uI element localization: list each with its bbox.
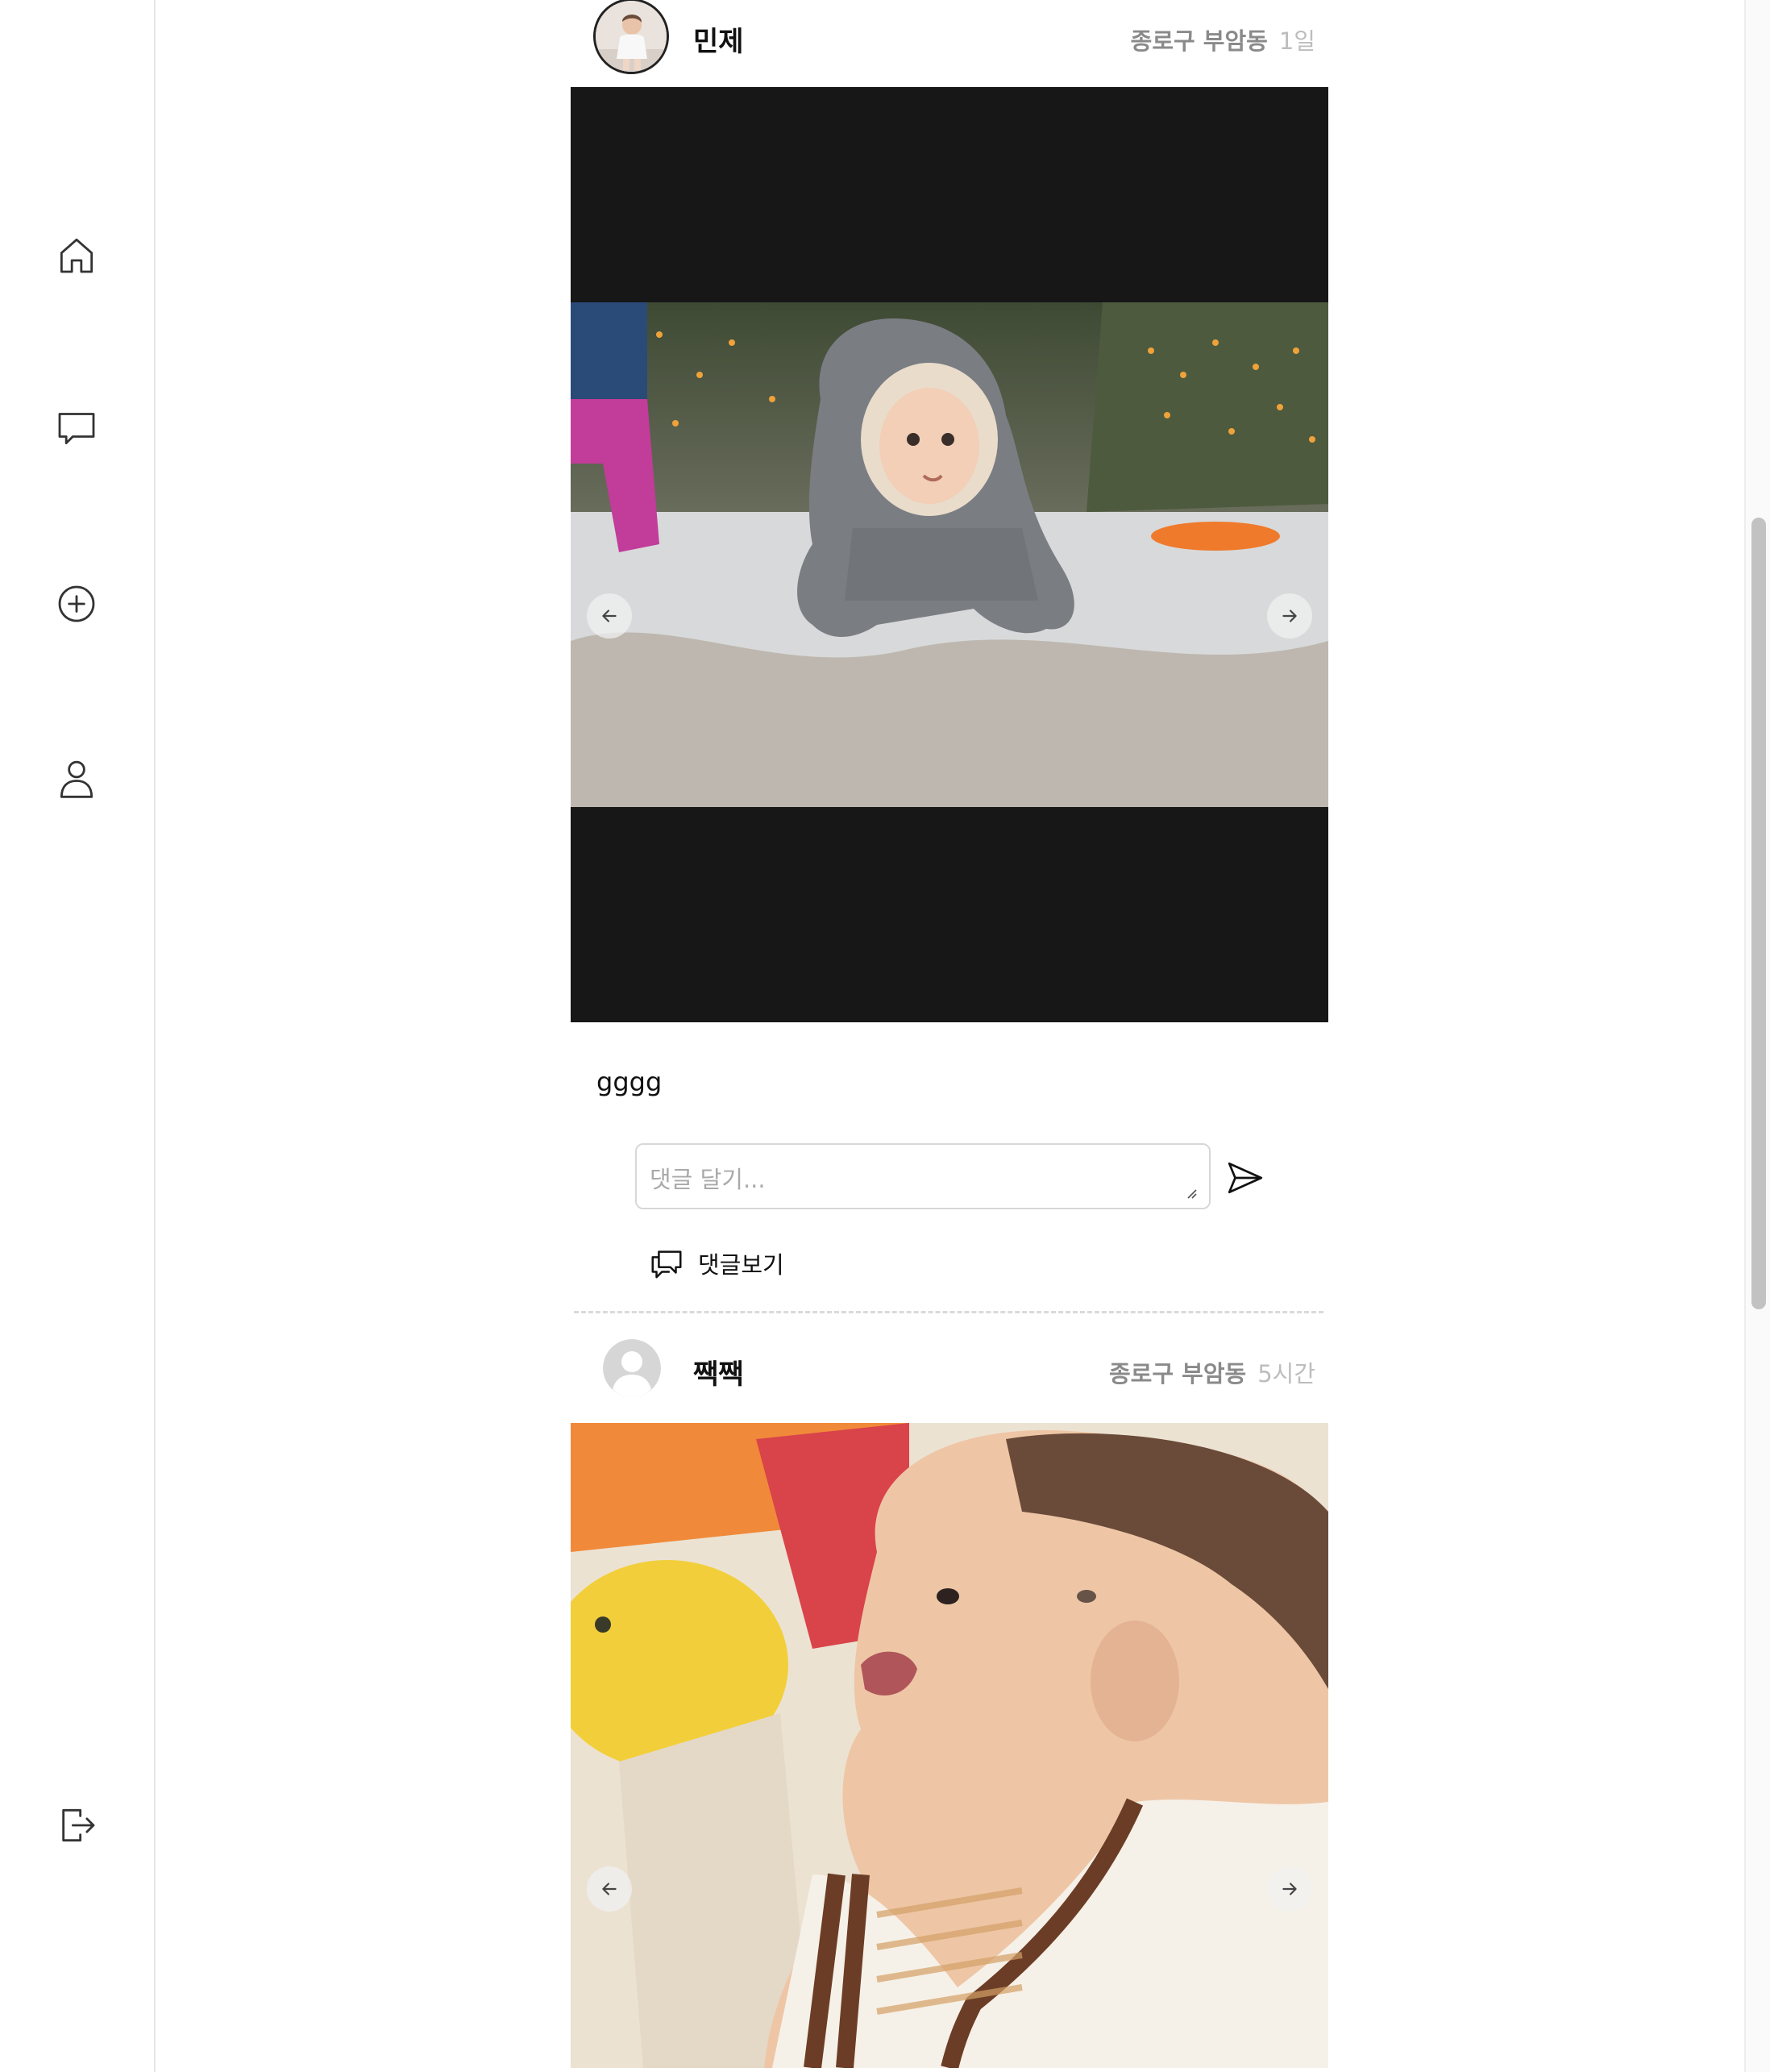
logout-button[interactable] <box>44 1793 109 1858</box>
arrow-left-icon <box>602 610 617 622</box>
post-location: 종로구 부암동 <box>1130 27 1268 55</box>
post-media-carousel <box>571 1423 1328 2068</box>
chat-bubble-icon <box>58 413 95 445</box>
post-time: 5시간 <box>1257 1360 1315 1388</box>
post: 짹짹 종로구 부암동 5시간 <box>571 1333 1328 2068</box>
comments-icon <box>651 1250 682 1279</box>
carousel-prev-button[interactable] <box>587 593 632 639</box>
post-meta: 종로구 부암동 1일 <box>1131 23 1315 56</box>
send-icon[interactable] <box>1225 1158 1265 1198</box>
carousel-next-button[interactable] <box>1267 593 1312 639</box>
post-media-carousel <box>571 87 1328 1022</box>
post-username[interactable]: 짹짹 <box>693 1352 744 1392</box>
smiling-baby-photo <box>571 1423 1328 2068</box>
post-header: 짹짹 종로구 부암동 5시간 <box>571 1333 1328 1423</box>
post: 민제 종로구 부암동 1일 gggg 댓글 달기... 댓글보기 <box>571 0 1328 1313</box>
arrow-left-icon <box>602 1883 617 1895</box>
carousel-prev-button[interactable] <box>587 1866 632 1912</box>
home-icon <box>60 238 93 273</box>
app-root: 민제 종로구 부암동 1일 gggg 댓글 달기... 댓글보기 짹짹 종로구 … <box>0 0 1770 2072</box>
baby-avatar-photo <box>596 1 667 72</box>
arrow-right-icon <box>1282 1883 1297 1895</box>
logout-icon <box>62 1808 95 1842</box>
view-comments-label: 댓글보기 <box>698 1251 784 1279</box>
sidebar-item-create[interactable] <box>44 572 109 636</box>
post-meta: 종로구 부암동 5시간 <box>1109 1355 1315 1389</box>
scrollbar[interactable] <box>1744 0 1770 2072</box>
arrow-right-icon <box>1282 610 1297 622</box>
view-comments-button[interactable]: 댓글보기 <box>648 1243 825 1284</box>
sidebar <box>0 0 156 2072</box>
plus-circle-icon <box>58 585 95 622</box>
sidebar-item-home[interactable] <box>44 223 109 287</box>
feed: 민제 종로구 부암동 1일 gggg 댓글 달기... 댓글보기 짹짹 종로구 … <box>571 0 1328 2068</box>
comment-form <box>571 1143 1328 1211</box>
scrollbar-thumb[interactable] <box>1751 518 1766 1309</box>
post-divider <box>574 1311 1323 1313</box>
post-location: 종로구 부암동 <box>1109 1360 1247 1388</box>
user-icon <box>60 760 93 798</box>
avatar[interactable] <box>603 1339 661 1397</box>
post-header: 민제 종로구 부암동 1일 <box>571 0 1328 87</box>
default-avatar-icon <box>603 1339 661 1397</box>
post-time: 1일 <box>1278 27 1315 55</box>
post-username[interactable]: 민제 <box>693 19 744 59</box>
comment-input[interactable] <box>635 1143 1211 1209</box>
carousel-next-button[interactable] <box>1267 1866 1312 1912</box>
baby-in-snow-photo <box>571 302 1328 807</box>
avatar[interactable] <box>593 0 669 74</box>
resize-grip-icon[interactable] <box>1185 1187 1198 1200</box>
sidebar-item-chat[interactable] <box>44 396 109 460</box>
post-caption: gggg <box>596 1067 663 1097</box>
sidebar-item-profile[interactable] <box>44 746 109 810</box>
